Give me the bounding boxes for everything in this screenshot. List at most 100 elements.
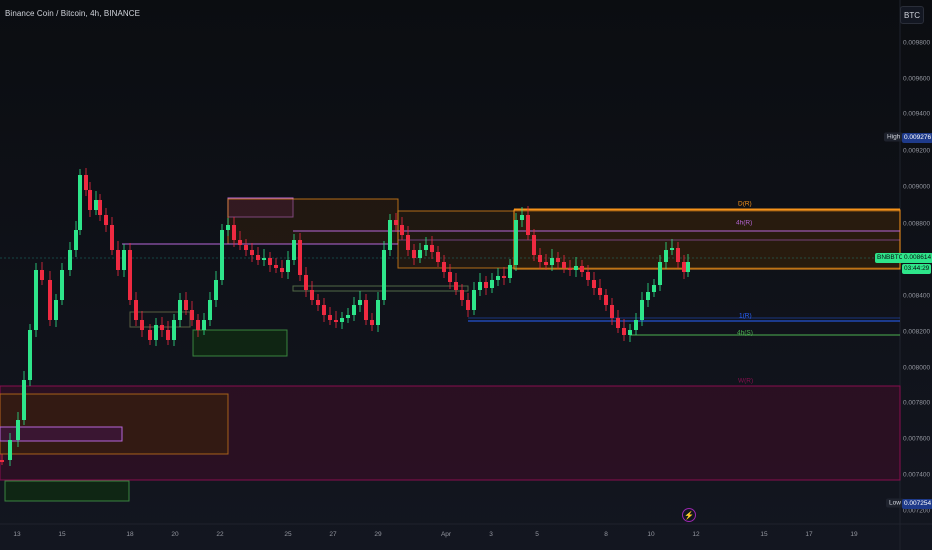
- candle-body: [238, 240, 242, 245]
- price-tick: 0.008000: [903, 364, 931, 372]
- candle-body: [358, 300, 362, 305]
- candle-body: [154, 325, 158, 340]
- candle-body: [322, 305, 326, 315]
- candle-body: [94, 200, 98, 210]
- price-tick: 0.009600: [903, 75, 931, 83]
- time-tick: Apr: [440, 531, 452, 538]
- candle-body: [340, 318, 344, 322]
- candle-body: [316, 300, 320, 305]
- candle-body: [48, 280, 52, 320]
- candle-body: [286, 260, 290, 272]
- candle-body: [478, 282, 482, 290]
- candle-body: [28, 330, 32, 380]
- candle-body: [334, 320, 338, 322]
- last-price: 0.008614: [902, 253, 932, 263]
- candle-body: [484, 282, 488, 288]
- time-tick: 29: [374, 531, 382, 538]
- candle-body: [394, 220, 398, 225]
- candle-body: [532, 235, 536, 255]
- candle-body: [610, 305, 614, 318]
- candle-body: [466, 300, 470, 310]
- time-tick: 15: [58, 531, 66, 538]
- candle-body: [274, 265, 278, 268]
- candle-body: [160, 325, 164, 330]
- candle-body: [122, 250, 126, 270]
- candle-body: [98, 200, 102, 215]
- time-tick: 13: [13, 531, 21, 538]
- candle-body: [400, 225, 404, 235]
- time-tick: 3: [489, 531, 493, 538]
- candle-body: [78, 175, 82, 230]
- price-tick: 0.009000: [903, 183, 931, 191]
- candle-body: [686, 262, 690, 272]
- candle-body: [310, 290, 314, 300]
- candle-body: [436, 252, 440, 262]
- candle-body: [664, 250, 668, 262]
- candle-body: [388, 220, 392, 250]
- candle-body: [490, 280, 494, 288]
- candle-body: [448, 272, 452, 282]
- candle-body: [22, 380, 26, 420]
- candle-body: [526, 215, 530, 235]
- candle-body: [508, 265, 512, 278]
- price-tick: 0.007400: [903, 471, 931, 479]
- candle-body: [634, 320, 638, 330]
- time-tick: 8: [604, 531, 608, 538]
- candle-body: [544, 262, 548, 265]
- candle-body: [586, 272, 590, 280]
- candle-body: [184, 300, 188, 310]
- candle-body: [148, 330, 152, 340]
- candle-body: [214, 280, 218, 300]
- candle-body: [406, 235, 410, 250]
- candle-body: [8, 440, 12, 460]
- candle-body: [454, 282, 458, 290]
- candle-body: [640, 300, 644, 320]
- candle-body: [208, 300, 212, 320]
- candle-body: [196, 320, 200, 330]
- candle-body: [382, 250, 386, 300]
- time-tick: 12: [692, 531, 700, 538]
- candle-body: [628, 330, 632, 335]
- candle-body: [166, 330, 170, 340]
- candle-body: [496, 276, 500, 280]
- price-tick: 0.008200: [903, 328, 931, 336]
- candle-body: [268, 258, 272, 265]
- candle-body: [74, 230, 78, 250]
- price-tick: 0.007800: [903, 399, 931, 407]
- time-tick: 19: [850, 531, 858, 538]
- currency-button[interactable]: BTC: [900, 6, 924, 24]
- level-label-1-r: 1(R): [739, 312, 752, 320]
- candle-body: [604, 295, 608, 305]
- candle-body: [202, 320, 206, 330]
- candle-body: [68, 250, 72, 270]
- candle-body: [40, 270, 44, 280]
- candle-body: [178, 300, 182, 320]
- time-tick: 27: [329, 531, 337, 538]
- candle-body: [580, 266, 584, 272]
- candle-body: [84, 175, 88, 190]
- candle-body: [520, 215, 524, 220]
- candle-body: [172, 320, 176, 340]
- level-label-w-r: W(R): [738, 377, 754, 385]
- candle-body: [280, 268, 284, 272]
- orange-zone-mid: [227, 198, 399, 245]
- candle-body: [622, 328, 626, 335]
- candle-body: [116, 250, 120, 270]
- candle-body: [472, 290, 476, 310]
- candle-body: [250, 250, 254, 255]
- price-tick: 0.009800: [903, 39, 931, 47]
- lightning-icon[interactable]: ⚡: [682, 508, 696, 522]
- candle-body: [88, 190, 92, 210]
- candle-body: [412, 250, 416, 258]
- candle-body: [34, 270, 38, 330]
- candle-body: [682, 262, 686, 272]
- green-zone-bottom: [4, 480, 130, 502]
- candle-body: [502, 276, 506, 278]
- candle-body: [304, 275, 308, 290]
- level-label-4h-r: 4h(R): [736, 219, 753, 227]
- candle-body: [292, 240, 296, 260]
- orange-zone-far-right: [513, 209, 901, 270]
- price-tick: 0.008400: [903, 292, 931, 300]
- price-chart[interactable]: [0, 0, 932, 550]
- candle-body: [244, 245, 248, 250]
